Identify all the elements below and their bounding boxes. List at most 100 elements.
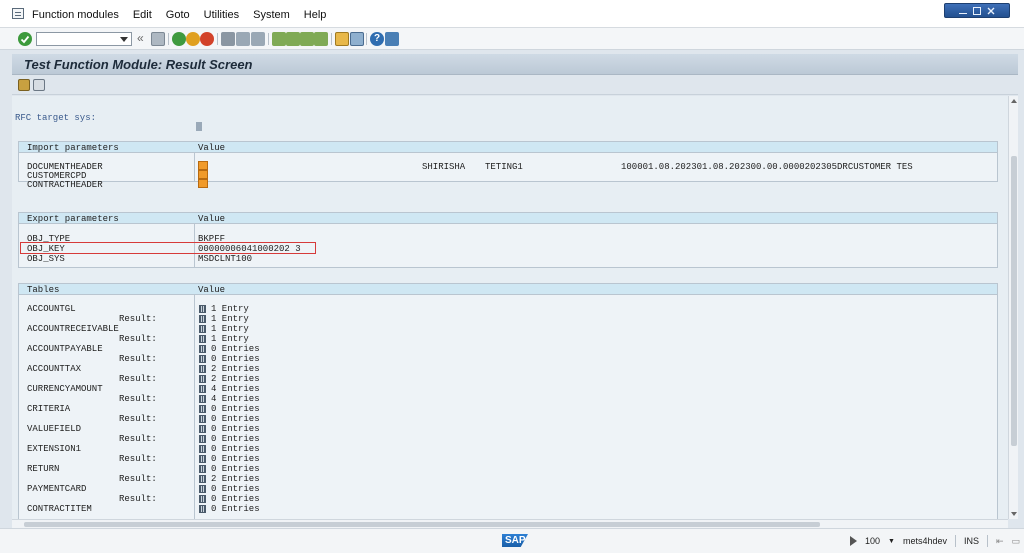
new-session-icon[interactable] bbox=[335, 32, 349, 46]
chevron-down-icon[interactable] bbox=[120, 37, 128, 42]
table-contents-icon[interactable] bbox=[199, 415, 206, 423]
last-page-icon[interactable] bbox=[314, 32, 328, 46]
first-page-icon[interactable] bbox=[272, 32, 286, 46]
detail-icon[interactable] bbox=[33, 79, 45, 91]
shortcut-icon[interactable] bbox=[350, 32, 364, 46]
print-icon[interactable] bbox=[221, 32, 235, 46]
table-contents-icon[interactable] bbox=[199, 465, 206, 473]
window-menu-icon[interactable] bbox=[12, 8, 24, 19]
menu-bar: Function modules Edit Goto Utilities System H… bbox=[0, 0, 1024, 28]
customize-icon[interactable] bbox=[385, 32, 399, 46]
table-contents-icon[interactable] bbox=[199, 405, 206, 413]
horizontal-scrollbar[interactable] bbox=[12, 519, 1008, 528]
scroll-up-icon[interactable] bbox=[1011, 99, 1017, 103]
prev-page-icon[interactable] bbox=[286, 32, 300, 46]
minimize-icon[interactable] bbox=[959, 12, 967, 15]
import-header: Import parameters Value bbox=[19, 142, 997, 153]
menu-item-goto[interactable]: Goto bbox=[166, 9, 190, 21]
table-input-count: 0 Entries bbox=[211, 504, 260, 514]
table-contents-icon[interactable] bbox=[199, 505, 206, 513]
table-contents-icon[interactable] bbox=[199, 475, 206, 483]
structure-edit-icon[interactable] bbox=[198, 161, 208, 170]
table-name: EXTENSION1 bbox=[27, 444, 82, 454]
find-next-icon[interactable] bbox=[251, 32, 265, 46]
import-header-label: Import parameters bbox=[27, 143, 119, 153]
play-icon[interactable] bbox=[850, 536, 857, 546]
import-section: Import parameters Value DOCUMENTHEADER C… bbox=[18, 141, 998, 190]
menu-item-help[interactable]: Help bbox=[304, 9, 327, 21]
table-input-count: 0 Entries bbox=[211, 444, 260, 454]
table-name: PAYMENTCARD bbox=[27, 484, 87, 494]
close-icon[interactable] bbox=[987, 7, 995, 15]
table-contents-icon[interactable] bbox=[199, 445, 206, 453]
system-toolbar: « ? bbox=[0, 28, 1024, 50]
structure-edit-icon[interactable] bbox=[198, 179, 208, 188]
table-contents-icon[interactable] bbox=[199, 325, 206, 333]
rfc-target-label: RFC target sys: bbox=[15, 113, 97, 123]
structure-edit-icon[interactable] bbox=[198, 170, 208, 179]
table-contents-icon[interactable] bbox=[199, 305, 206, 313]
save-icon[interactable] bbox=[151, 32, 165, 46]
table-contents-icon[interactable] bbox=[199, 495, 206, 503]
table-contents-icon[interactable] bbox=[199, 455, 206, 463]
status-client: 100 bbox=[865, 536, 881, 546]
table-contents-icon[interactable] bbox=[199, 385, 206, 393]
table-contents-icon[interactable] bbox=[199, 335, 206, 343]
menu-item-system[interactable]: System bbox=[253, 9, 290, 21]
chevron-down-icon[interactable]: ▼ bbox=[888, 538, 895, 545]
result-label: Result: bbox=[119, 354, 157, 364]
maximize-icon[interactable] bbox=[973, 6, 981, 15]
zoom-icon[interactable] bbox=[18, 79, 30, 91]
table-contents-icon[interactable] bbox=[199, 395, 206, 403]
table-contents-icon[interactable] bbox=[199, 345, 206, 353]
table-result-count: 0 Entries bbox=[211, 354, 260, 364]
cancel-icon[interactable] bbox=[200, 32, 214, 46]
table-result-count: 4 Entries bbox=[211, 394, 260, 404]
obj-key-highlight bbox=[20, 242, 316, 254]
table-result-count: 0 Entries bbox=[211, 434, 260, 444]
menu-item-edit[interactable]: Edit bbox=[133, 9, 152, 21]
exit-icon[interactable] bbox=[186, 32, 200, 46]
menu-items: Function modules Edit Goto Utilities System H… bbox=[32, 9, 340, 21]
enter-icon[interactable] bbox=[18, 32, 32, 46]
help-icon[interactable]: ? bbox=[370, 32, 384, 46]
table-contents-icon[interactable] bbox=[199, 425, 206, 433]
table-contents-icon[interactable] bbox=[199, 485, 206, 493]
menu-item-utilities[interactable]: Utilities bbox=[204, 9, 239, 21]
tables-header-label: Tables bbox=[27, 285, 60, 295]
scroll-down-icon[interactable] bbox=[1011, 512, 1017, 516]
status-expand-icon[interactable]: ▭ bbox=[1012, 536, 1021, 547]
back-green-icon[interactable] bbox=[172, 32, 186, 46]
result-content: RFC target sys: Import parameters Value … bbox=[12, 96, 1008, 519]
vertical-scroll-thumb[interactable] bbox=[1011, 156, 1017, 446]
table-contents-icon[interactable] bbox=[199, 435, 206, 443]
status-mode: INS bbox=[964, 536, 980, 546]
import-value-header: Value bbox=[198, 143, 226, 153]
table-result-count: 0 Entries bbox=[211, 494, 260, 504]
export-section: Export parameters Value OBJ_TYPE BKPFF O… bbox=[18, 212, 998, 268]
rfc-target-field[interactable] bbox=[196, 122, 202, 131]
vertical-scrollbar[interactable] bbox=[1008, 96, 1018, 519]
table-contents-icon[interactable] bbox=[199, 355, 206, 363]
result-label: Result: bbox=[119, 434, 157, 444]
table-input-count: 1 Entry bbox=[211, 304, 249, 314]
table-name: ACCOUNTRECEIVABLE bbox=[27, 324, 119, 334]
sap-logo: SAP bbox=[502, 534, 528, 547]
status-nav-icon[interactable]: ⇤ bbox=[996, 536, 1004, 547]
result-label: Result: bbox=[119, 454, 157, 464]
back-icon[interactable]: « bbox=[137, 32, 151, 46]
table-name: ACCOUNTTAX bbox=[27, 364, 82, 374]
result-label: Result: bbox=[119, 394, 157, 404]
find-icon[interactable] bbox=[236, 32, 250, 46]
horizontal-scroll-thumb[interactable] bbox=[24, 522, 820, 527]
result-label: Result: bbox=[119, 374, 157, 384]
title-bar: Test Function Module: Result Screen bbox=[12, 54, 1018, 75]
table-contents-icon[interactable] bbox=[199, 375, 206, 383]
table-contents-icon[interactable] bbox=[199, 315, 206, 323]
next-page-icon[interactable] bbox=[300, 32, 314, 46]
table-contents-icon[interactable] bbox=[199, 365, 206, 373]
table-input-count: 0 Entries bbox=[211, 404, 260, 414]
command-field[interactable] bbox=[36, 32, 132, 46]
table-result-count: 0 Entries bbox=[211, 454, 260, 464]
menu-item-function-modules[interactable]: Function modules bbox=[32, 9, 119, 21]
